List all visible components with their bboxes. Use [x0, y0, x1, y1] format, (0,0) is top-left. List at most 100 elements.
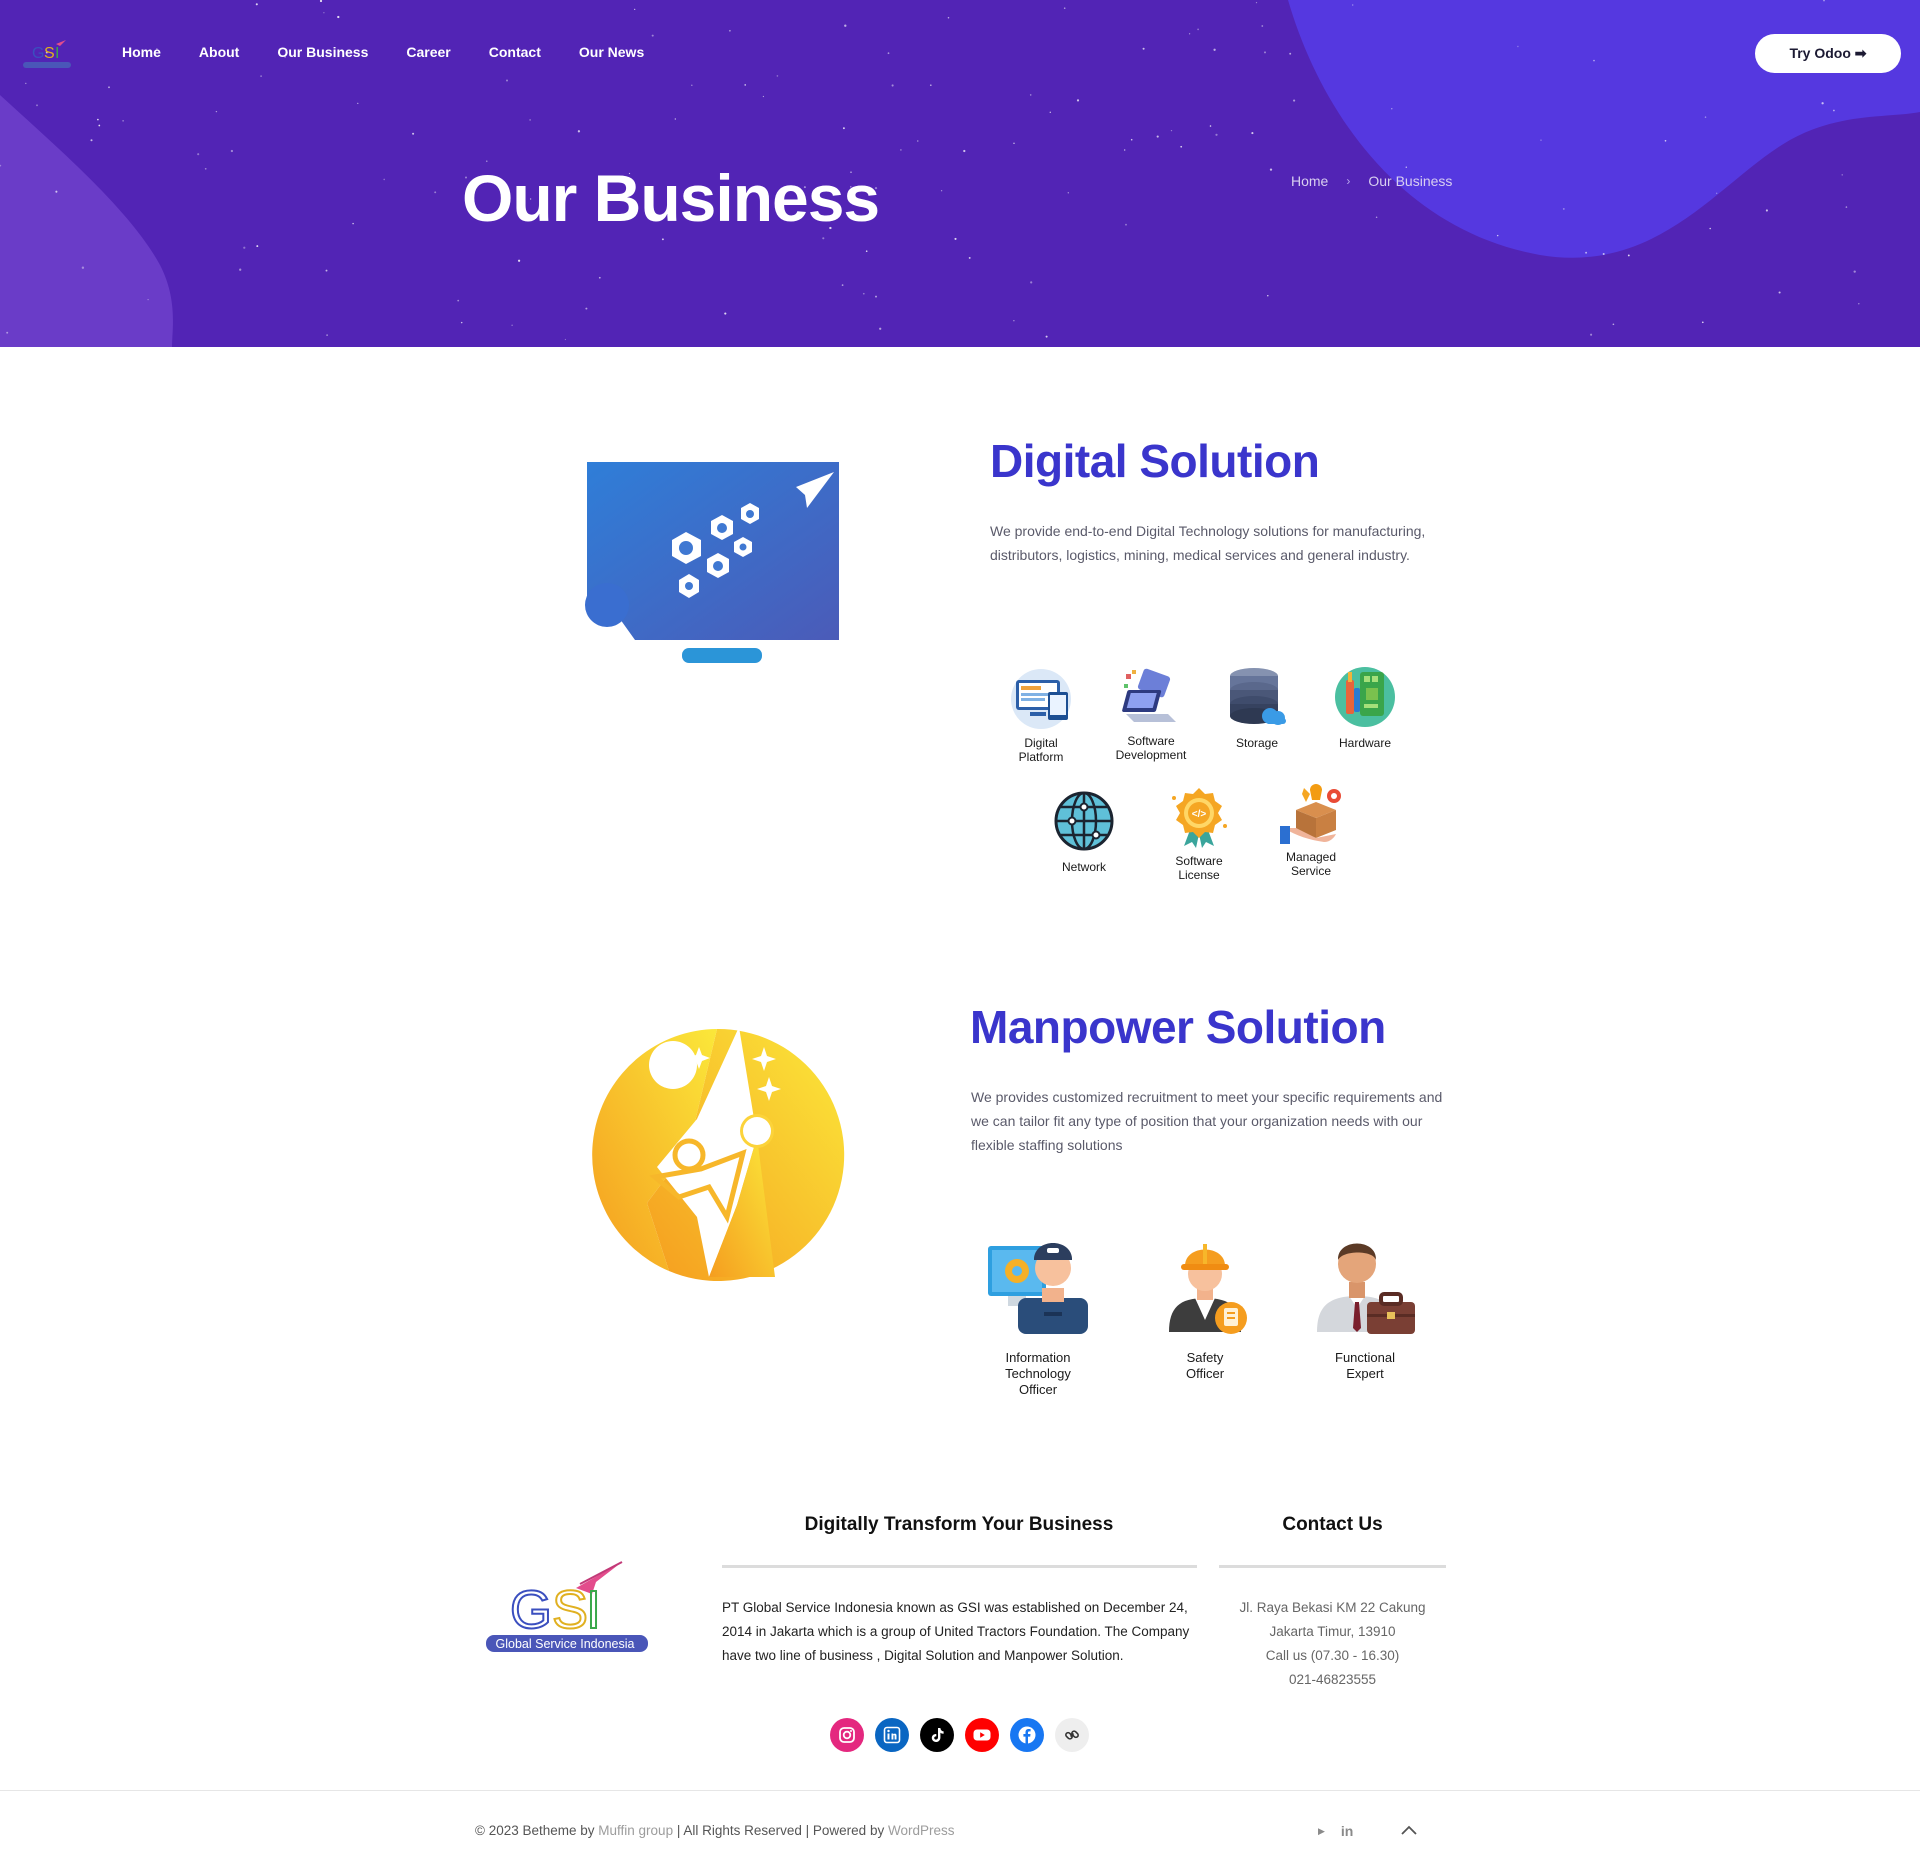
- star-dot: [108, 86, 110, 89]
- role-functional-expert: Functional Expert: [1310, 1228, 1420, 1382]
- star-dot: [1013, 320, 1015, 322]
- star-dot: [661, 238, 664, 241]
- facebook-icon[interactable]: [1010, 1718, 1044, 1752]
- manpower-solution-title: Manpower Solution: [970, 1001, 1386, 1053]
- star-dot: [1602, 252, 1605, 256]
- muffin-group-link[interactable]: Muffin group: [598, 1823, 673, 1838]
- gsi-logo-small[interactable]: G S I: [20, 36, 75, 72]
- star-dot: [412, 132, 415, 135]
- page-title: Our Business: [462, 161, 880, 235]
- tiktok-icon[interactable]: [920, 1718, 954, 1752]
- svg-text:G: G: [510, 1580, 552, 1640]
- star-dot: [260, 75, 262, 77]
- star-dot: [1562, 207, 1565, 210]
- star-dot: [776, 75, 779, 77]
- star-dot: [651, 34, 654, 37]
- star-dot: [1821, 102, 1824, 105]
- star-dot: [1709, 227, 1712, 230]
- footer-about-divider: [722, 1565, 1197, 1568]
- svg-text:</>: </>: [1192, 809, 1207, 820]
- star-dot: [1049, 111, 1051, 113]
- star-dot: [887, 52, 890, 55]
- footer-about-heading: Digitally Transform Your Business: [804, 1514, 1114, 1535]
- star-dot: [724, 312, 727, 315]
- instagram-icon[interactable]: [830, 1718, 864, 1752]
- star-dot: [1067, 192, 1069, 194]
- role-label: Information Technology Officer: [1005, 1350, 1071, 1397]
- star-dot: [1540, 139, 1542, 141]
- nav-our-news[interactable]: Our News: [579, 44, 644, 60]
- star-dot: [1156, 135, 1159, 138]
- star-dot: [598, 276, 601, 279]
- star-dot: [954, 237, 957, 240]
- contact-hours: Call us (07.30 - 16.30): [1265, 1648, 1400, 1663]
- contact-address-line2: Jakarta Timur, 13910: [1269, 1624, 1396, 1639]
- star-dot: [323, 12, 325, 14]
- star-dot: [1125, 223, 1127, 226]
- service-managed-service: Managed Service: [1256, 780, 1366, 878]
- star-dot: [1858, 303, 1860, 305]
- nav-contact[interactable]: Contact: [489, 44, 541, 60]
- star-dot: [98, 124, 101, 127]
- manpower-solution-illustration: [592, 1027, 845, 1281]
- nav-about[interactable]: About: [199, 44, 239, 60]
- service-network: Network: [1029, 790, 1139, 874]
- star-dot: [1375, 216, 1378, 219]
- star-dot: [1170, 129, 1173, 132]
- star-dot: [940, 190, 943, 192]
- link-icon[interactable]: [1055, 1718, 1089, 1752]
- star-dot: [1130, 138, 1133, 141]
- star-dot: [1251, 132, 1254, 135]
- software-development-icon: [1122, 668, 1176, 722]
- digital-solution-description: We provide end-to-end Digital Technology…: [990, 523, 1426, 563]
- star-dot: [230, 149, 234, 153]
- star-dot: [1188, 33, 1191, 35]
- youtube-icon[interactable]: [965, 1718, 999, 1752]
- star-dot: [762, 95, 765, 98]
- footer-contact-divider: [1219, 1565, 1446, 1568]
- star-dot: [511, 324, 513, 326]
- hardware-icon: [1335, 667, 1395, 727]
- star-dot: [564, 338, 567, 341]
- star-dot: [1778, 291, 1781, 294]
- role-safety-officer: Safety Officer: [1150, 1228, 1260, 1382]
- star-dot: [917, 140, 919, 142]
- star-dot: [844, 24, 847, 27]
- star-dot: [36, 104, 38, 107]
- nav-career[interactable]: Career: [406, 44, 450, 60]
- social-links: [830, 1718, 1089, 1752]
- star-dot: [147, 298, 149, 301]
- star-dot: [319, 0, 323, 3]
- star-dot: [634, 8, 636, 11]
- breadcrumb-home[interactable]: Home: [1291, 173, 1328, 189]
- star-dot: [383, 178, 385, 181]
- nav-home[interactable]: Home: [122, 44, 161, 60]
- star-dot: [1590, 333, 1593, 336]
- wordpress-link[interactable]: WordPress: [888, 1823, 955, 1838]
- back-to-top-icon[interactable]: [1400, 1824, 1418, 1836]
- try-odoo-button[interactable]: Try Odoo ➡: [1755, 34, 1901, 73]
- star-dot: [337, 15, 340, 19]
- star-dot: [1841, 174, 1843, 176]
- service-label: Network: [1061, 860, 1106, 874]
- svg-text:S: S: [44, 45, 55, 62]
- linkedin-small-icon[interactable]: in: [1341, 1823, 1353, 1839]
- linkedin-icon[interactable]: [875, 1718, 909, 1752]
- star-dot: [1076, 99, 1080, 102]
- star-dot: [963, 149, 966, 153]
- star-dot: [204, 167, 207, 170]
- star-dot: [357, 102, 359, 105]
- star-dot: [875, 295, 877, 298]
- star-dot: [1261, 25, 1264, 27]
- nav-our-business[interactable]: Our Business: [277, 44, 368, 60]
- manpower-solution-description: We provides customized recruitment to me…: [971, 1089, 1443, 1153]
- star-dot: [255, 3, 258, 6]
- star-dot: [1267, 294, 1269, 297]
- contact-phone[interactable]: 021-46823555: [1219, 1668, 1446, 1692]
- play-icon[interactable]: ▶: [1318, 1826, 1325, 1837]
- star-dot: [1701, 321, 1704, 324]
- star-dot: [1255, 1, 1258, 4]
- safety-officer-icon: [1169, 1244, 1247, 1334]
- star-dot: [256, 245, 259, 248]
- star-dot: [325, 269, 328, 272]
